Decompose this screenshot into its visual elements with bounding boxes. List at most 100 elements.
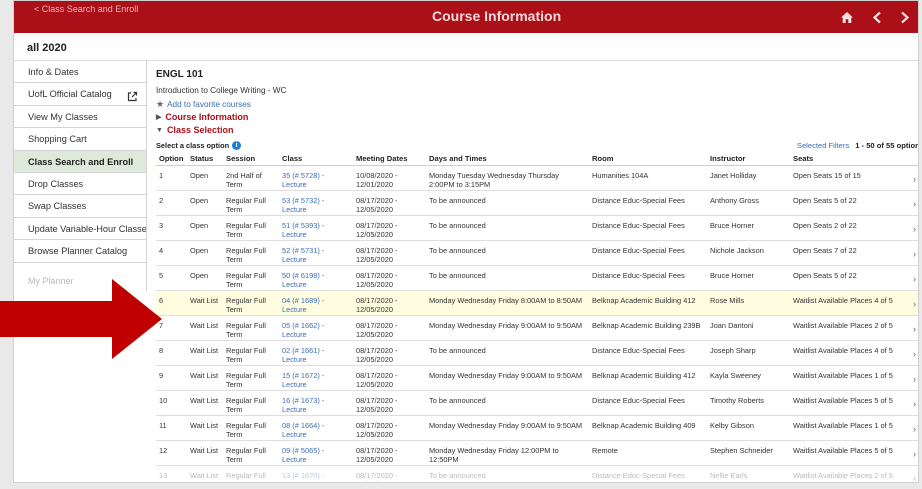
status-cell: Wait List (187, 315, 223, 341)
external-link-icon (127, 88, 138, 104)
class-link[interactable]: 02 (# 1661) - Lecture (279, 340, 353, 366)
chevron-right-icon[interactable]: › (910, 340, 918, 366)
room-cell: Belknap Academic Building 412 (589, 365, 707, 391)
chevron-right-icon[interactable]: › (910, 190, 918, 216)
chevron-right-icon[interactable] (900, 11, 910, 24)
days-times-cell: To be announced (426, 465, 589, 482)
instructor-cell: Stephen Schneider (707, 440, 790, 466)
app-window: < Class Search and Enroll Course Informa… (13, 0, 919, 483)
table-row[interactable]: 7 Wait List Regular Full Term 05 (# 1662) -… (156, 315, 918, 341)
table-row[interactable]: 11 Wait List Regular Full Term 08 (# 1664) … (156, 415, 918, 441)
seats-cell: Open Seats 15 of 15 (790, 165, 910, 191)
table-row[interactable]: 13Wait ListRegular Full Term13 (# 1670) … (156, 465, 918, 482)
chevron-right-icon[interactable]: › (910, 415, 918, 441)
table-row[interactable]: 6 Wait List Regular Full Term 04 (# 1689) -… (156, 290, 918, 316)
class-link[interactable]: 53 (# 5732) - Lecture (279, 190, 353, 216)
class-link[interactable]: 35 (# 5728) - Lecture (279, 165, 353, 191)
table-row[interactable]: 10 Wait List Regular Full Term 16 (# 1673) … (156, 390, 918, 416)
chevron-right-icon[interactable]: › (910, 240, 918, 266)
session-cell: Regular Full Term (223, 215, 279, 241)
chevron-right-icon[interactable]: › (910, 265, 918, 291)
room-cell: Distance Educ-Special Fees (589, 215, 707, 241)
sidebar-item-official-catalog[interactable]: UofL Official Catalog (14, 83, 146, 106)
table-row[interactable]: 9 Wait List Regular Full Term 15 (# 1672) -… (156, 365, 918, 391)
days-times-cell: Monday Wednesday Friday 9:00AM to 9:50AM (426, 315, 589, 341)
seats-cell: Waitlist Available Places 4 of 5 (790, 340, 910, 366)
instructor-cell: Bruce Horner (707, 265, 790, 291)
table-row[interactable]: 4 Open Regular Full Term 52 (# 5731) - Lect… (156, 240, 918, 266)
class-link[interactable]: 15 (# 1672) - Lecture (279, 365, 353, 391)
sidebar-item-view-my-classes[interactable]: View My Classes (14, 106, 146, 129)
days-times-cell: To be announced (426, 390, 589, 416)
instructor-cell: Anthony Gross (707, 190, 790, 216)
sidebar-item-label: View My Classes (28, 111, 98, 122)
room-cell: Belknap Academic Building 412 (589, 290, 707, 316)
col-header: Seats (790, 152, 910, 166)
divider (14, 60, 918, 61)
class-selection-toggle[interactable]: ▼ Class Selection (156, 125, 233, 135)
class-options-table: Option Status Session Class Meeting Date… (156, 152, 918, 482)
class-link[interactable]: 50 (# 6198) - Lecture (279, 265, 353, 291)
chevron-right-icon[interactable]: › (910, 365, 918, 391)
chevron-right-icon[interactable]: › (910, 465, 918, 482)
class-link[interactable]: 16 (# 1673) - Lecture (279, 390, 353, 416)
room-cell: Distance Educ-Special Fees (589, 340, 707, 366)
col-header: Class (279, 152, 353, 166)
days-times-cell: Monday Wednesday Friday 8:00AM to 8:50AM (426, 290, 589, 316)
class-link[interactable]: 51 (# 5393) - Lecture (279, 215, 353, 241)
class-link[interactable]: 13 (# 1670) - Lecture (279, 465, 353, 482)
table-row[interactable]: 3 Open Regular Full Term 51 (# 5393) - Lect… (156, 215, 918, 241)
seats-cell: Open Seats 5 of 22 (790, 265, 910, 291)
room-cell: Belknap Academic Building 239B (589, 315, 707, 341)
sidebar-item-update-variable-hour[interactable]: Update Variable-Hour Classes (14, 218, 146, 241)
class-link[interactable]: 05 (# 1662) - Lecture (279, 315, 353, 341)
instructor-cell: Timothy Roberts (707, 390, 790, 416)
session-cell: Regular Full Term (223, 340, 279, 366)
seats-cell: Open Seats 7 of 22 (790, 240, 910, 266)
class-link[interactable]: 09 (# 5065) - Lecture (279, 440, 353, 466)
room-cell: Distance Educ-Special Fees (589, 240, 707, 266)
sidebar-item-info-dates[interactable]: Info & Dates (14, 61, 146, 84)
chevron-right-icon[interactable]: › (910, 290, 918, 316)
sidebar-item-browse-planner[interactable]: Browse Planner Catalog (14, 240, 146, 263)
results-summary: Selected Filters 1 - 50 of 55 options (797, 141, 918, 150)
option-cell: 4 (156, 240, 187, 266)
course-information-toggle[interactable]: ▶ Course Information (156, 112, 248, 122)
sidebar-item-label: Drop Classes (28, 178, 84, 189)
back-link[interactable]: < Class Search and Enroll (34, 4, 138, 14)
instructor-cell: Kelby Gibson (707, 415, 790, 441)
option-cell: 9 (156, 365, 187, 391)
room-cell: Distance Educ-Special Fees (589, 465, 707, 482)
status-cell: Open (187, 190, 223, 216)
info-icon[interactable]: i (232, 141, 242, 150)
caret-down-icon: ▼ (156, 126, 163, 134)
sidebar-item-swap-classes[interactable]: Swap Classes (14, 195, 146, 218)
class-selection-label: Class Selection (166, 125, 234, 135)
chevron-right-icon[interactable]: › (910, 165, 918, 191)
chevron-right-icon[interactable]: › (910, 215, 918, 241)
table-row[interactable]: 2 Open Regular Full Term 53 (# 5732) - Lect… (156, 190, 918, 216)
chevron-right-icon[interactable]: › (910, 390, 918, 416)
selected-filters-link[interactable]: Selected Filters (797, 141, 849, 150)
table-row[interactable]: 5 Open Regular Full Term 50 (# 6198) - Lect… (156, 265, 918, 291)
add-favorite-link[interactable]: ★ Add to favorite courses (156, 99, 251, 110)
sidebar-item-class-search[interactable]: Class Search and Enroll (14, 150, 146, 173)
table-row[interactable]: 8 Wait List Regular Full Term 02 (# 1661) -… (156, 340, 918, 366)
class-link[interactable]: 52 (# 5731) - Lecture (279, 240, 353, 266)
chevron-left-icon[interactable] (872, 11, 882, 24)
chevron-right-icon[interactable]: › (910, 440, 918, 466)
home-icon[interactable] (840, 11, 854, 24)
class-link[interactable]: 08 (# 1664) - Lecture (279, 415, 353, 441)
sidebar-item-shopping-cart[interactable]: Shopping Cart (14, 128, 146, 151)
sidebar-item-drop-classes[interactable]: Drop Classes (14, 173, 146, 196)
status-cell: Open (187, 215, 223, 241)
seats-cell: Waitlist Available Places 2 of 5 (790, 315, 910, 341)
seats-cell: Waitlist Available Places 4 of 5 (790, 290, 910, 316)
class-link[interactable]: 04 (# 1689) - Lecture (279, 290, 353, 316)
option-cell: 12 (156, 440, 187, 466)
table-row[interactable]: 1 Open 2nd Half of Term 35 (# 5728) - Lectu… (156, 165, 918, 191)
table-row[interactable]: 12 Wait List Regular Full Term 09 (# 5065) … (156, 440, 918, 466)
option-cell: 3 (156, 215, 187, 241)
chevron-right-icon[interactable]: › (910, 315, 918, 341)
instructor-cell: Nellie Earls (707, 465, 790, 482)
